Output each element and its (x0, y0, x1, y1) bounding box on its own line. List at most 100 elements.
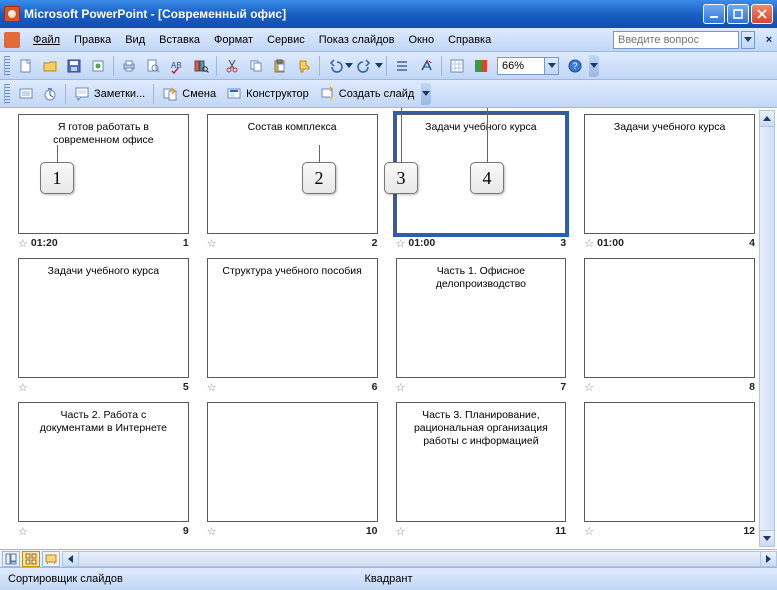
transition-indicator-icon: ☆ (396, 237, 406, 250)
open-icon[interactable] (39, 55, 61, 77)
save-icon[interactable] (63, 55, 85, 77)
scroll-right-button[interactable] (760, 552, 776, 566)
slide-thumbnail[interactable]: Состав комплекса (207, 114, 378, 234)
horizontal-scrollbar[interactable] (62, 551, 777, 567)
spellcheck-icon[interactable]: AB (166, 55, 188, 77)
sorter-view-button[interactable] (22, 551, 40, 567)
research-icon[interactable] (190, 55, 212, 77)
copy-icon[interactable] (245, 55, 267, 77)
slide-meta: ☆5 (18, 378, 189, 396)
toolbar-grip[interactable] (4, 84, 10, 104)
menu-view[interactable]: Вид (118, 32, 152, 48)
slide-cell: Часть 2. Работа с документами в Интернет… (18, 402, 189, 540)
redo-dropdown[interactable] (375, 55, 383, 77)
toolbar-overflow[interactable] (421, 83, 431, 105)
transition-indicator-icon: ☆ (584, 525, 594, 538)
slide-thumbnail[interactable] (584, 402, 755, 522)
toolbar-grip[interactable] (4, 56, 10, 76)
slide-cell: Часть 3. Планирование, рациональная орга… (396, 402, 567, 540)
slide-number: 8 (749, 381, 755, 393)
menu-edit[interactable]: Правка (67, 32, 118, 48)
document-icon (4, 32, 20, 48)
slide-meta: ☆01:201 (18, 234, 189, 252)
view-switch-row (0, 550, 777, 568)
menu-help[interactable]: Справка (441, 32, 498, 48)
new-slide-button[interactable]: Создать слайд (315, 83, 418, 105)
cut-icon[interactable] (221, 55, 243, 77)
zoom-input[interactable] (497, 57, 545, 75)
slide-number: 6 (372, 381, 378, 393)
slide-thumbnail[interactable]: Часть 2. Работа с документами в Интернет… (18, 402, 189, 522)
print-icon[interactable] (118, 55, 140, 77)
slide-meta: ☆ 10 (207, 522, 378, 540)
normal-view-button[interactable] (2, 551, 20, 567)
slide-thumbnail[interactable]: Часть 1. Офисное делопроизводство (396, 258, 567, 378)
slide-number: 2 (372, 237, 378, 249)
permissions-icon[interactable] (87, 55, 109, 77)
slide-number: 3 (560, 237, 566, 249)
slide-meta: ☆ 12 (584, 522, 755, 540)
design-button[interactable]: Конструктор (222, 83, 313, 105)
menu-window[interactable]: Окно (402, 32, 442, 48)
format-painter-icon[interactable] (293, 55, 315, 77)
scroll-left-button[interactable] (63, 552, 79, 566)
maximize-button[interactable] (727, 4, 749, 24)
slideshow-view-button[interactable] (42, 551, 60, 567)
minimize-button[interactable] (703, 4, 725, 24)
close-button[interactable] (751, 4, 773, 24)
vertical-scrollbar[interactable] (759, 110, 775, 547)
separator (113, 56, 114, 76)
slide-number: 12 (743, 525, 755, 537)
slide-thumbnail[interactable]: Задачи учебного курса (584, 114, 755, 234)
redo-icon[interactable] (354, 55, 376, 77)
help-icon[interactable]: ? (564, 55, 586, 77)
expand-all-icon[interactable] (391, 55, 413, 77)
undo-icon[interactable] (324, 55, 346, 77)
slide-thumbnail[interactable]: Часть 3. Планирование, рациональная орга… (396, 402, 567, 522)
grid-guides-icon[interactable] (446, 55, 468, 77)
slide-thumbnail[interactable]: Задачи учебного курса (18, 258, 189, 378)
slide-thumbnail[interactable] (207, 402, 378, 522)
window-title: Microsoft PowerPoint - [Современный офис… (24, 7, 703, 21)
undo-dropdown[interactable] (345, 55, 353, 77)
menu-tools[interactable]: Сервис (260, 32, 312, 48)
menu-file[interactable]: Файл (26, 32, 67, 48)
transition-indicator-icon: ☆ (396, 381, 406, 394)
design-label: Конструктор (246, 88, 309, 100)
speaker-notes-button[interactable]: Заметки... (70, 83, 149, 105)
separator (319, 56, 320, 76)
paste-icon[interactable] (269, 55, 291, 77)
hide-slide-icon[interactable] (15, 83, 37, 105)
transition-indicator-icon: ☆ (396, 525, 406, 538)
slide-sorter-view: Я готов работать в современном офисе☆01:… (0, 108, 777, 550)
statusbar: Сортировщик слайдов Квадрант (0, 568, 777, 590)
callout-4: 4 (470, 162, 504, 194)
doc-close-button[interactable]: × (763, 34, 775, 46)
show-formatting-icon[interactable] (415, 55, 437, 77)
toolbar-overflow[interactable] (589, 55, 599, 77)
slide-meta: ☆01:004 (584, 234, 755, 252)
help-search-dropdown[interactable] (741, 31, 755, 49)
zoom-dropdown[interactable] (545, 57, 559, 75)
scroll-down-button[interactable] (760, 530, 774, 546)
slide-meta: ☆11 (396, 522, 567, 540)
status-center: Квадрант (262, 573, 516, 585)
slide-cell: ☆ 10 (207, 402, 378, 540)
transition-button[interactable]: Смена (158, 83, 220, 105)
menu-format[interactable]: Формат (207, 32, 260, 48)
toolbar-standard: AB ? (0, 52, 777, 80)
new-icon[interactable] (15, 55, 37, 77)
slide-number: 10 (366, 525, 378, 537)
menu-insert[interactable]: Вставка (152, 32, 207, 48)
powerpoint-icon (4, 6, 20, 22)
menu-slideshow[interactable]: Показ слайдов (312, 32, 402, 48)
slide-number: 4 (749, 237, 755, 249)
slide-thumbnail[interactable] (584, 258, 755, 378)
slide-thumbnail[interactable]: Структура учебного пособия (207, 258, 378, 378)
rehearse-timings-icon[interactable] (39, 83, 61, 105)
help-search-input[interactable] (613, 31, 739, 49)
scroll-up-button[interactable] (760, 111, 774, 127)
color-grayscale-icon[interactable] (470, 55, 492, 77)
print-preview-icon[interactable] (142, 55, 164, 77)
transition-indicator-icon: ☆ (207, 525, 217, 538)
